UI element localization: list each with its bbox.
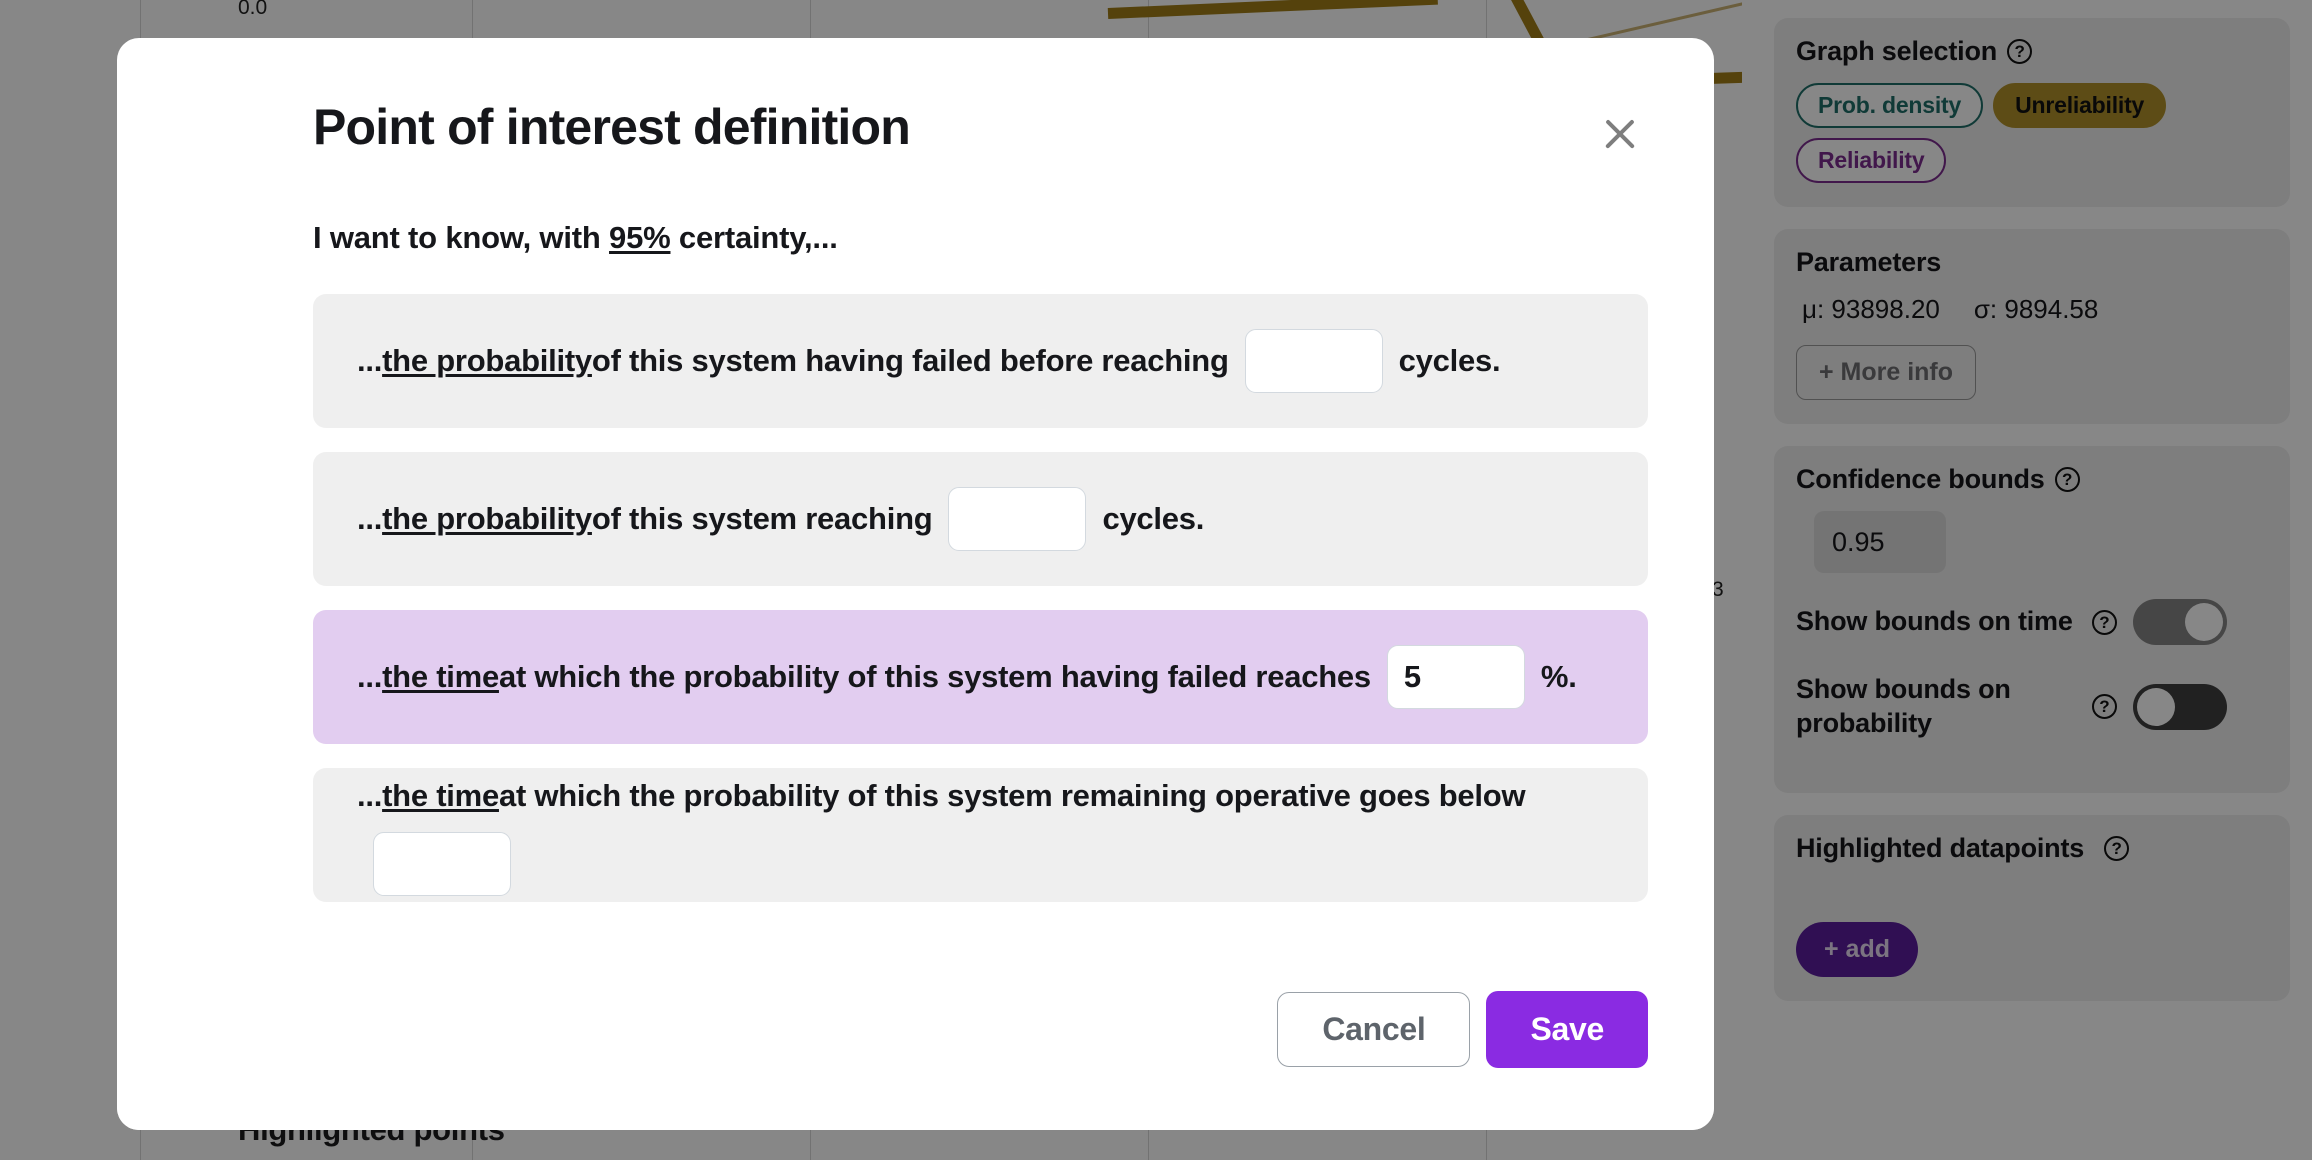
option-row[interactable]: ... the probability of this system reach… xyxy=(313,452,1648,586)
subtitle-prefix: I want to know, with xyxy=(313,220,610,255)
option-prefix: ... xyxy=(357,500,383,536)
option-prefix: ... xyxy=(357,778,383,814)
option-link[interactable]: the probability xyxy=(382,339,592,384)
option-prefix: ... xyxy=(357,658,383,694)
option-prefix: ... xyxy=(357,342,383,378)
certainty-value[interactable]: 95% xyxy=(609,220,671,255)
cancel-button[interactable]: Cancel xyxy=(1277,992,1471,1067)
modal-footer: Cancel Save xyxy=(117,961,1714,1130)
option-middle: at which the probability of this system … xyxy=(498,778,1526,814)
option-middle: of this system reaching xyxy=(591,500,933,536)
option-suffix: %. xyxy=(1540,658,1577,694)
option-text: ... the time at which the probability of… xyxy=(357,655,1371,700)
option-text: ... the probability of this system reach… xyxy=(357,497,933,542)
option-text: ... the probability of this system havin… xyxy=(357,339,1229,384)
option-middle: of this system having failed before reac… xyxy=(591,342,1229,378)
point-of-interest-modal: Point of interest definition I want to k… xyxy=(117,38,1714,1130)
option-text: ... the time at which the probability of… xyxy=(357,774,1526,819)
close-x-icon[interactable] xyxy=(1592,106,1648,162)
option-suffix: cycles. xyxy=(1102,500,1205,536)
option-value-input[interactable] xyxy=(1386,645,1525,709)
option-row[interactable]: ... the probability of this system havin… xyxy=(313,294,1648,428)
subtitle-suffix: certainty,... xyxy=(670,220,838,255)
option-link[interactable]: the time xyxy=(382,655,499,700)
options-list[interactable]: ... the probability of this system havin… xyxy=(117,294,1714,961)
option-value-input[interactable] xyxy=(948,487,1087,551)
option-row[interactable]: ... the time at which the probability of… xyxy=(313,768,1648,902)
option-value-input[interactable] xyxy=(1244,329,1383,393)
option-value-input[interactable] xyxy=(373,831,511,896)
modal-header: Point of interest definition xyxy=(117,38,1714,162)
option-link[interactable]: the probability xyxy=(382,497,592,542)
modal-title: Point of interest definition xyxy=(313,99,911,155)
save-button[interactable]: Save xyxy=(1486,991,1648,1068)
option-middle: at which the probability of this system … xyxy=(498,658,1371,694)
modal-subtitle: I want to know, with 95% certainty,... xyxy=(117,220,1714,256)
option-link[interactable]: the time xyxy=(382,774,499,819)
option-row-selected[interactable]: ... the time at which the probability of… xyxy=(313,610,1648,744)
option-suffix: cycles. xyxy=(1398,342,1501,378)
